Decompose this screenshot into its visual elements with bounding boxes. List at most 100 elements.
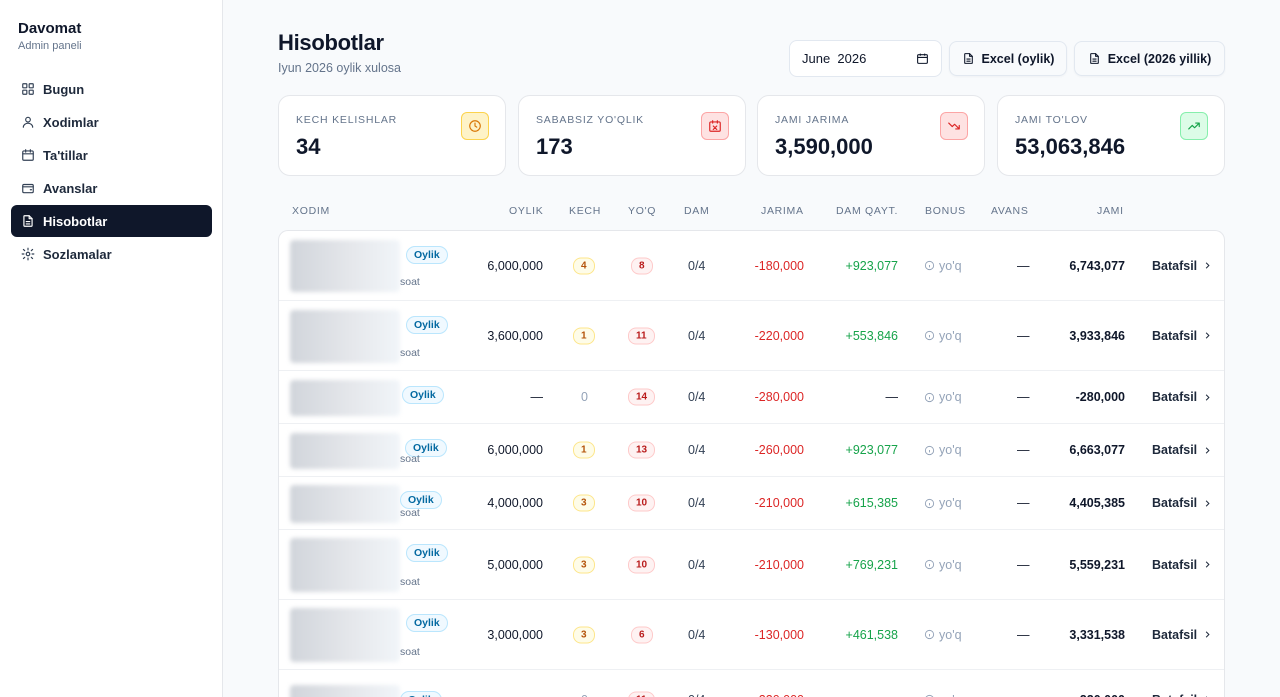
stat-card-payment: JAMI TO'LOV 53,063,846: [997, 95, 1225, 176]
info-icon: [924, 392, 935, 402]
employee-name-redacted: [290, 538, 400, 592]
dam-count: 0/4: [688, 627, 706, 642]
chevron-right-icon: [1205, 499, 1210, 507]
employee-name-redacted: [290, 240, 400, 292]
dam-count: 0/4: [688, 496, 706, 510]
gear-icon: [21, 247, 35, 261]
page-subtitle: Iyun 2026 oylik xulosa: [278, 61, 401, 75]
total-cell: 3,933,846: [1069, 328, 1125, 343]
export-monthly-button[interactable]: Excel (oylik): [949, 41, 1067, 76]
late-count: 1: [573, 327, 595, 344]
advance-cell: —: [1017, 557, 1030, 572]
dam-count: 0/4: [688, 328, 706, 343]
employee-name-redacted: [290, 310, 400, 363]
absent-count: 6: [631, 626, 653, 643]
stat-label: SABABSIZ YO'QLIK: [536, 114, 644, 126]
sidebar-item-sozlamalar[interactable]: Sozlamalar: [11, 238, 212, 270]
detail-link[interactable]: Batafsil: [1152, 558, 1213, 572]
sidebar-item-bugun[interactable]: Bugun: [11, 73, 212, 105]
stat-value: 3,590,000: [775, 134, 873, 159]
fine-cell: -210,000: [754, 557, 804, 572]
late-count: 0: [581, 693, 588, 697]
salary-type-badge: Oylik: [406, 614, 448, 632]
stat-value: 34: [296, 134, 321, 159]
sidebar-item-xodimlar[interactable]: Xodimlar: [11, 106, 212, 138]
sidebar-item-label: Bugun: [43, 81, 85, 97]
wallet-icon: [22, 183, 34, 194]
salary-cell: 5,000,000: [487, 557, 543, 572]
advance-cell: —: [1017, 496, 1030, 510]
detail-label: Batafsil: [1152, 496, 1198, 510]
detail-link[interactable]: Batafsil: [1152, 496, 1213, 510]
sidebar-item-hisobotlar[interactable]: Hisobotlar: [11, 205, 212, 237]
column-header-salary[interactable]: OYLIK: [509, 205, 543, 217]
export-yearly-label: Excel (2026 yillik): [1107, 51, 1212, 66]
column-header-absent[interactable]: YO'Q: [628, 205, 656, 217]
total-cell: 6,663,077: [1069, 443, 1125, 457]
column-header-employee[interactable]: XODIM: [292, 205, 330, 217]
info-icon: [924, 445, 935, 455]
column-header-bonus[interactable]: BONUS: [925, 205, 966, 217]
stat-label: KECH KELISHLAR: [296, 114, 398, 126]
file-icon: [1089, 53, 1099, 64]
absent-count: 14: [628, 388, 656, 406]
chevron-right-icon: [1205, 393, 1210, 401]
sidebar-item-tatillar[interactable]: Ta'tillar: [11, 139, 212, 171]
column-header-dam-return[interactable]: DAM QAYT.: [836, 205, 898, 217]
bonus-label: yo'q: [939, 627, 962, 642]
dam-return-cell: +553,846: [845, 328, 898, 343]
sidebar-item-label: Sozlamalar: [43, 246, 112, 262]
column-header-late[interactable]: KECH: [569, 205, 601, 217]
table-row: Oylik soat 3,600,000 1 11 0/4 -220,000 +553,846…: [279, 301, 1224, 371]
bonus-label: yo'q: [939, 443, 962, 457]
advance-cell: —: [1017, 328, 1030, 343]
fine-cell: -280,000: [754, 390, 804, 404]
detail-label: Batafsil: [1152, 328, 1198, 343]
bonus-cell: yo'q: [924, 693, 962, 697]
column-header-advance[interactable]: AVANS: [991, 205, 1029, 217]
brand: Davomat Admin paneli: [18, 20, 82, 52]
employee-name-redacted: [290, 433, 400, 469]
export-yearly-button[interactable]: Excel (2026 yillik): [1074, 41, 1225, 76]
bonus-label: yo'q: [939, 693, 962, 697]
detail-link[interactable]: Batafsil: [1152, 259, 1213, 273]
sidebar-item-avanslar[interactable]: Avanslar: [11, 172, 212, 204]
dam-return-cell: +615,385: [845, 496, 898, 510]
bonus-cell: yo'q: [924, 443, 962, 457]
chevron-right-icon: [1205, 262, 1210, 269]
column-header-total[interactable]: JAMI: [1097, 205, 1124, 217]
page-title: Hisobotlar: [278, 30, 384, 55]
late-count: 0: [581, 390, 588, 404]
calendar-icon: [22, 149, 34, 161]
detail-link[interactable]: Batafsil: [1152, 693, 1213, 697]
salary-cell: 3,600,000: [487, 328, 543, 343]
fine-cell: -220,000: [755, 693, 804, 697]
total-cell: -280,000: [1075, 390, 1125, 404]
month-picker[interactable]: June 2026: [789, 40, 942, 77]
detail-link[interactable]: Batafsil: [1152, 390, 1213, 404]
stat-label: JAMI JARIMA: [775, 114, 850, 126]
bonus-cell: yo'q: [924, 628, 962, 642]
stat-value: 173: [536, 134, 573, 159]
detail-link[interactable]: Batafsil: [1152, 329, 1213, 343]
chevron-right-icon: [1205, 446, 1210, 454]
absent-count: 11: [628, 327, 655, 344]
calendar-icon[interactable]: [916, 52, 929, 65]
column-header-fine[interactable]: JARIMA: [761, 205, 804, 217]
dam-return-cell: +461,538: [845, 627, 898, 642]
stat-card-absence: SABABSIZ YO'QLIK 173: [518, 95, 746, 176]
stat-label: JAMI TO'LOV: [1015, 114, 1088, 126]
total-cell: 5,559,231: [1069, 557, 1125, 572]
detail-link[interactable]: Batafsil: [1152, 628, 1213, 642]
detail-link[interactable]: Batafsil: [1152, 443, 1213, 457]
hours-label: soat: [400, 576, 420, 588]
column-header-dam[interactable]: DAM: [684, 205, 709, 217]
dam-return-cell: —: [885, 390, 899, 404]
absent-count: 11: [628, 691, 655, 697]
employee-name-redacted: [290, 485, 400, 523]
late-count: 3: [573, 494, 595, 512]
sidebar-item-label: Xodimlar: [43, 114, 99, 130]
app-title: Davomat: [18, 20, 82, 37]
advance-cell: —: [1017, 443, 1030, 457]
table-header: XODIM OYLIK KECH YO'Q DAM JARIMA DAM QAY…: [278, 196, 1225, 226]
